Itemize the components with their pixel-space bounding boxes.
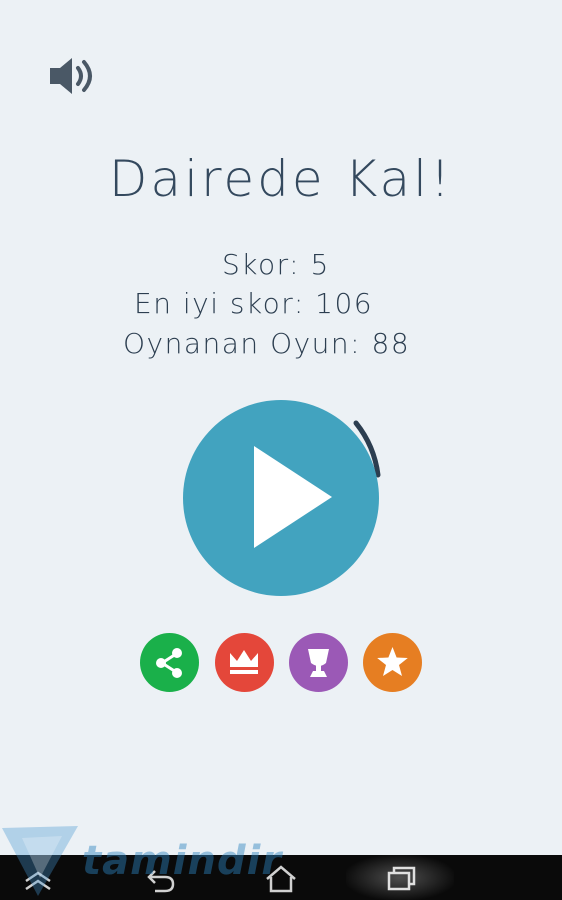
games-played-text: Oynanan Oyun: 88 [123,327,411,360]
achievements-button[interactable] [289,633,348,692]
play-button[interactable] [183,400,379,596]
play-icon [254,446,332,548]
leaderboard-button[interactable] [215,633,274,692]
trophy-icon [308,649,329,677]
star-icon [377,647,408,676]
back-icon [147,870,175,893]
menu-up-icon [25,871,51,891]
recent-apps-button[interactable] [371,855,431,900]
sound-toggle-button[interactable] [48,54,98,98]
menu-up-button[interactable] [8,855,68,900]
share-button[interactable] [140,633,199,692]
recent-apps-icon [387,866,416,891]
system-navigation-bar [0,855,562,900]
share-icon [156,648,182,678]
speaker-icon [50,58,92,94]
home-button[interactable] [251,855,311,900]
home-icon [266,865,296,893]
rate-button[interactable] [363,633,422,692]
game-title: Dairede Kal! [108,150,454,208]
back-button[interactable] [131,855,191,900]
crown-icon [230,650,258,674]
score-text: Skor: 5 [222,248,330,281]
best-score-text: En iyi skor: 106 [134,287,374,320]
